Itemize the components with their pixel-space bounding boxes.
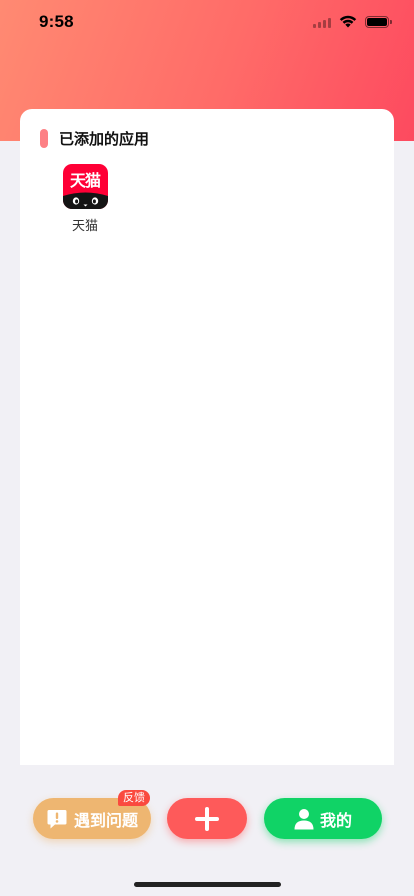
mine-button[interactable]: 我的 [264, 798, 382, 839]
feedback-badge: 反馈 [118, 790, 150, 806]
feedback-icon [47, 809, 67, 828]
status-time: 9:58 [39, 12, 74, 31]
report-problem-label: 遇到问题 [73, 812, 138, 830]
app-screen: 9:58 已添加的应用 天猫 天猫 遇到问题 反馈 我的 [0, 0, 414, 896]
plus-icon [195, 806, 219, 831]
battery-icon [365, 15, 392, 28]
section-marker [40, 129, 48, 148]
tmall-icon-text: 天猫 [69, 173, 101, 190]
status-icons [313, 15, 392, 28]
section-header: 已添加的应用 [40, 128, 149, 149]
section-title: 已添加的应用 [59, 131, 150, 148]
user-icon [294, 808, 314, 829]
home-indicator [134, 882, 281, 887]
app-label: 天猫 [71, 218, 98, 233]
mine-label: 我的 [319, 812, 352, 830]
wifi-icon [339, 15, 357, 28]
apps-card: 已添加的应用 天猫 天猫 [20, 109, 394, 765]
cellular-signal-icon [313, 16, 331, 28]
app-tile-tmall[interactable]: 天猫 天猫 [57, 164, 113, 234]
status-bar: 9:58 [0, 0, 414, 46]
bottom-action-bar: 遇到问题 反馈 我的 [0, 790, 414, 850]
add-app-button[interactable] [167, 798, 247, 839]
tmall-cat-face-icon [62, 192, 108, 209]
tmall-app-icon: 天猫 [62, 164, 108, 209]
